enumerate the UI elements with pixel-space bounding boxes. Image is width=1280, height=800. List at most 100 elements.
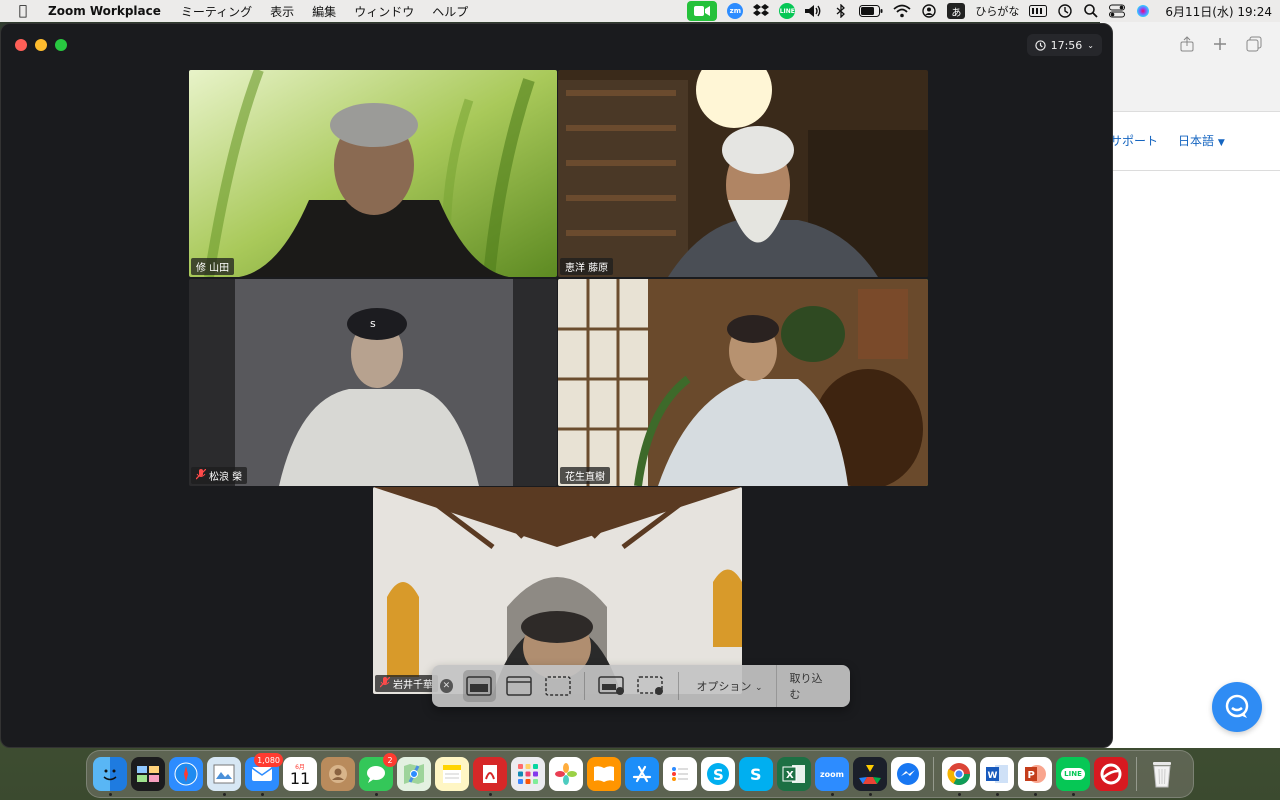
skype-for-business-icon[interactable]: S	[739, 757, 773, 791]
window-icon	[505, 676, 532, 696]
pdf-reader-icon[interactable]	[473, 757, 507, 796]
bluetooth-icon[interactable]	[833, 3, 849, 19]
mission-control-icon[interactable]	[131, 757, 165, 791]
google-drive-icon[interactable]	[853, 757, 887, 796]
svg-text:W: W	[988, 771, 998, 781]
mail-icon[interactable]: 1,080	[245, 753, 283, 796]
line-icon[interactable]: LINE	[779, 3, 796, 19]
dropbox-icon[interactable]	[753, 3, 770, 19]
excel-icon[interactable]: X	[777, 757, 811, 791]
safari-icon[interactable]	[169, 757, 203, 791]
participant-name: 花生直樹	[565, 472, 605, 483]
new-tab-icon[interactable]	[1213, 36, 1227, 55]
messenger-icon[interactable]	[891, 757, 925, 791]
chat-icon	[1225, 694, 1249, 718]
reminders-icon[interactable]	[663, 757, 697, 791]
input-method-label[interactable]: ひらがな	[975, 3, 1019, 19]
wifi-icon[interactable]	[893, 3, 911, 19]
entire-screen-icon	[466, 676, 493, 696]
window-fullscreen-button[interactable]	[55, 39, 67, 51]
battery-icon[interactable]	[859, 3, 883, 19]
browser-nav: サポート 日本語 ▼	[1110, 132, 1225, 149]
nav-support-link[interactable]: サポート	[1110, 132, 1158, 149]
video-tile[interactable]: 修 山田	[189, 70, 557, 277]
video-tile[interactable]: 恵洋 藤原	[558, 70, 928, 277]
chat-support-button[interactable]	[1212, 682, 1262, 732]
running-indicator	[868, 793, 872, 796]
maps-icon[interactable]	[397, 757, 431, 791]
timemachine-icon[interactable]	[1057, 3, 1073, 19]
options-menu-button[interactable]: オプション ⌄	[688, 678, 770, 694]
chevron-down-icon: ⌄	[1087, 40, 1094, 50]
word-icon[interactable]: W	[980, 757, 1014, 796]
preview-icon[interactable]	[207, 757, 241, 796]
menu-edit[interactable]: 編集	[312, 3, 336, 20]
finder-icon[interactable]	[93, 757, 127, 796]
line-app-icon[interactable]: LINE	[1056, 757, 1090, 796]
contacts-icon[interactable]	[321, 757, 355, 791]
record-selection-icon	[637, 676, 663, 695]
menu-window[interactable]: ウィンドウ	[354, 3, 414, 20]
books-icon[interactable]	[587, 757, 621, 791]
messages-icon[interactable]: 2	[359, 753, 397, 796]
window-minimize-button[interactable]	[35, 39, 47, 51]
launchpad-icon[interactable]	[511, 757, 545, 791]
apple-menu-icon[interactable]: 	[14, 3, 32, 19]
running-indicator	[260, 793, 264, 796]
nav-language-label: 日本語	[1178, 134, 1215, 148]
participant-video	[558, 70, 928, 277]
zoom-icon[interactable]: zm	[727, 3, 744, 19]
record-selection-button[interactable]	[634, 670, 667, 702]
app-store-icon[interactable]	[625, 757, 659, 791]
notes-icon[interactable]	[435, 757, 469, 791]
svg-text:s: s	[370, 317, 376, 330]
search-icon[interactable]	[1083, 3, 1099, 19]
security-app-icon[interactable]	[1094, 757, 1128, 791]
record-entire-screen-button[interactable]	[595, 670, 628, 702]
calendar-day: 11	[289, 768, 311, 788]
siri-icon[interactable]	[1135, 3, 1151, 19]
close-screenshot-button[interactable]: ✕	[440, 679, 453, 693]
trash-icon[interactable]	[1145, 757, 1179, 791]
running-indicator	[222, 793, 226, 796]
line-app-label: LINE	[1061, 768, 1085, 780]
participant-video	[558, 279, 928, 486]
display-icon[interactable]	[1029, 3, 1048, 19]
user-icon[interactable]	[921, 3, 937, 19]
calendar-icon[interactable]: 6月 11	[283, 757, 317, 791]
powerpoint-icon[interactable]: P	[1018, 757, 1052, 796]
menu-help[interactable]: ヘルプ	[432, 3, 468, 20]
participant-name-tag: 花生直樹	[560, 467, 610, 484]
capture-window-button[interactable]	[502, 670, 535, 702]
menu-meeting[interactable]: ミーティング	[181, 3, 252, 20]
zoom-app-icon[interactable]: zoom	[815, 757, 849, 796]
photos-icon[interactable]	[549, 757, 583, 791]
app-name-menu[interactable]: Zoom Workplace	[48, 4, 161, 18]
zoom-meeting-icon[interactable]	[687, 1, 718, 21]
meeting-timer[interactable]: 17:56 ⌄	[1026, 34, 1102, 56]
share-icon[interactable]	[1180, 36, 1194, 56]
capture-button[interactable]: 取り込む	[776, 665, 842, 707]
video-tile[interactable]: s 松浪 榮	[189, 279, 557, 486]
participant-name-tag: 岩井千華	[375, 675, 438, 692]
dock-separator	[933, 757, 934, 791]
nav-language-select[interactable]: 日本語 ▼	[1178, 132, 1225, 149]
divider	[1100, 170, 1280, 171]
control-center-icon[interactable]	[1109, 3, 1126, 19]
video-tile[interactable]: 岩井千華	[373, 487, 742, 694]
video-tile-active-speaker[interactable]: 花生直樹	[558, 279, 928, 486]
options-label: オプション	[696, 680, 752, 693]
skype-icon[interactable]: S	[701, 757, 735, 791]
volume-icon[interactable]	[805, 3, 823, 19]
input-method-icon[interactable]: あ	[947, 3, 966, 19]
divider	[677, 672, 679, 700]
svg-text:S: S	[750, 765, 762, 784]
capture-selection-button[interactable]	[541, 670, 574, 702]
chrome-icon[interactable]	[942, 757, 976, 796]
tab-overview-icon[interactable]	[1246, 36, 1262, 56]
window-close-button[interactable]	[15, 39, 27, 51]
menubar-clock[interactable]: 6月11日(水) 19:24	[1165, 3, 1272, 20]
menu-view[interactable]: 表示	[270, 3, 294, 20]
zoom-app-label: zoom	[820, 769, 844, 779]
capture-entire-screen-button[interactable]	[462, 670, 497, 702]
